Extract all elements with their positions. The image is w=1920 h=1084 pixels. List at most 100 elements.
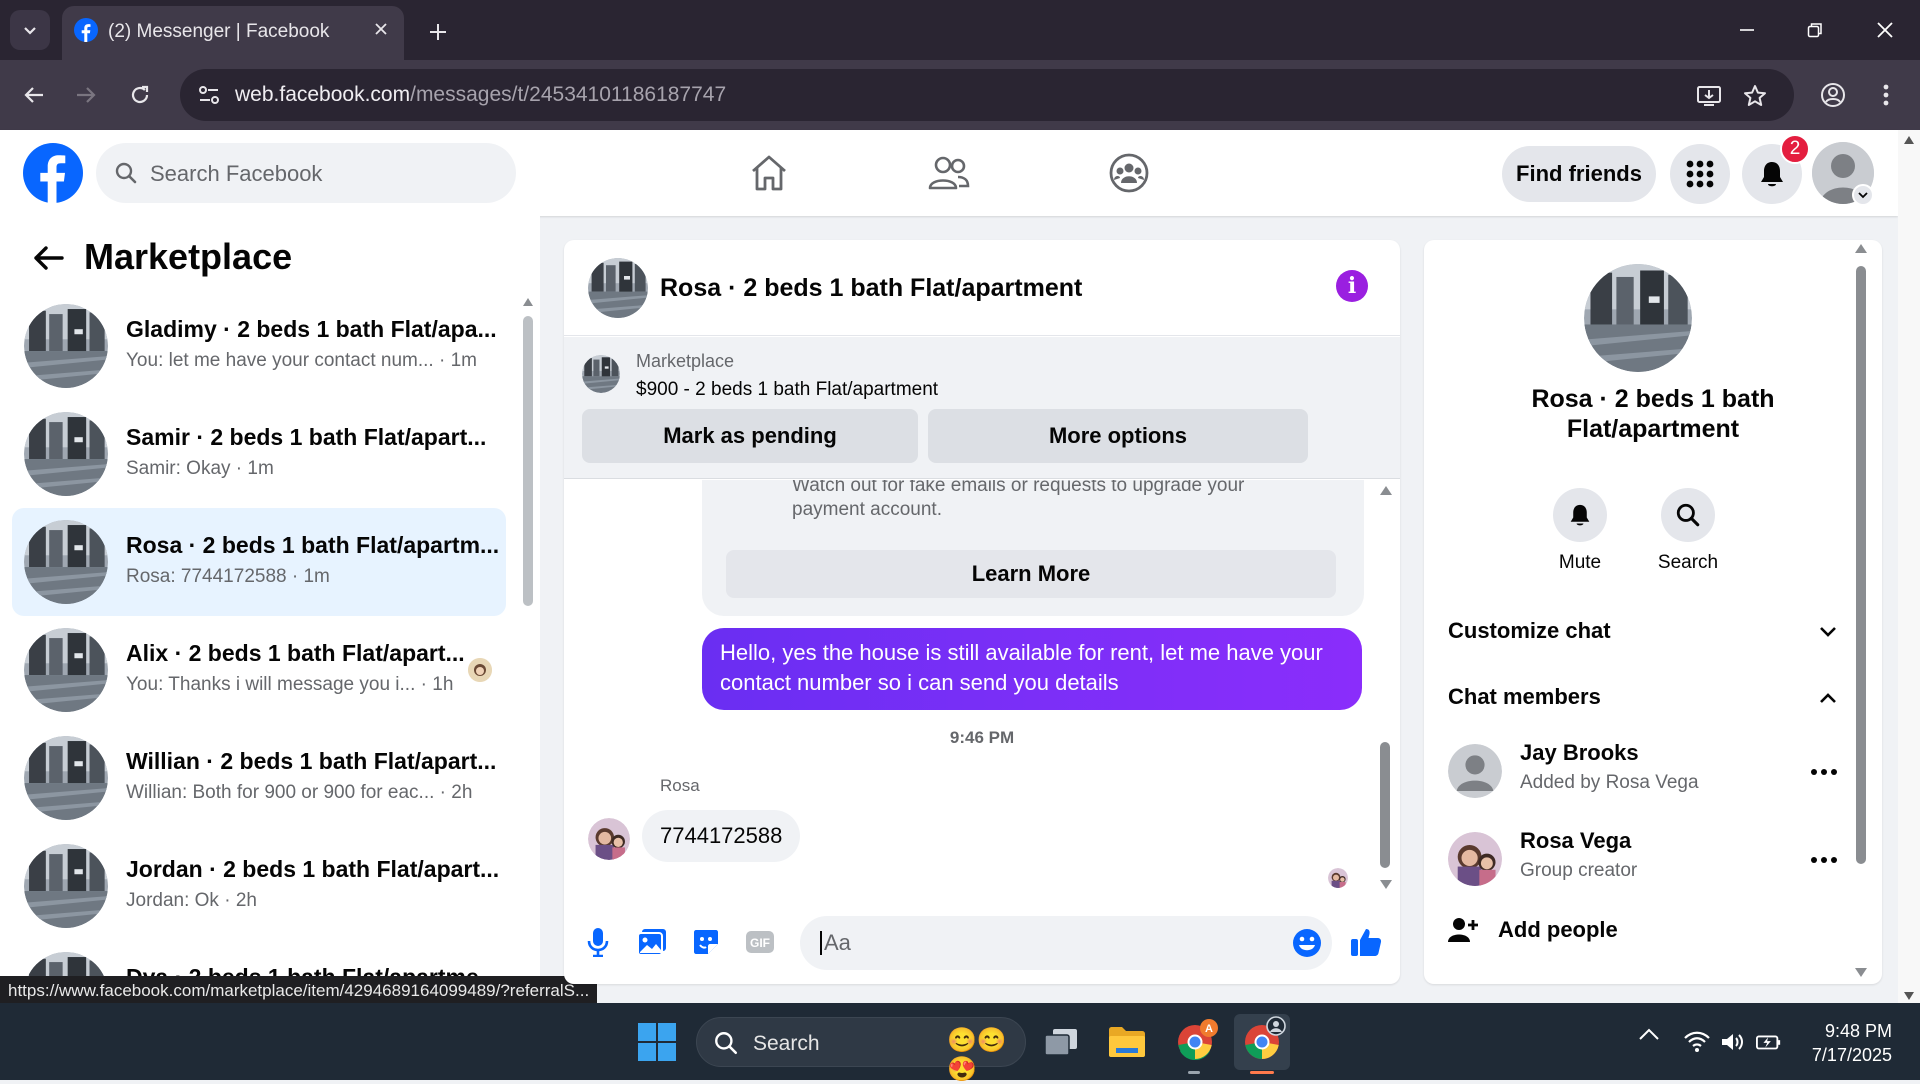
learn-more-button[interactable]: Learn More [726,550,1336,598]
listing-avatar [24,844,108,928]
mute-action[interactable]: Mute [1530,488,1630,574]
reload-button[interactable] [120,75,160,115]
restore-button[interactable] [1790,10,1840,50]
browser-profile-button[interactable] [1813,75,1853,115]
back-arrow-icon[interactable] [30,240,66,276]
search-label: Search [1657,552,1719,573]
facebook-search-input[interactable]: Search Facebook [96,143,516,203]
member-options-button[interactable] [1806,842,1842,878]
conversation-item[interactable]: Samir · 2 beds 1 bath Flat/apart... Sami… [12,400,506,508]
conversation-item[interactable]: Alix · 2 beds 1 bath Flat/apart... You: … [12,616,506,724]
install-app-icon[interactable] [1694,81,1724,111]
scrollbar-thumb[interactable] [523,316,533,606]
attach-media-button[interactable] [634,924,670,960]
tab-search-button[interactable] [10,10,50,50]
browser-tab[interactable]: (2) Messenger | Facebook [62,6,404,60]
chevron-up-icon[interactable] [1638,1027,1660,1041]
close-tab-button[interactable] [368,16,394,42]
folder-icon [1109,1027,1145,1057]
account-menu-chevron[interactable] [1852,184,1874,206]
page-scrollbar[interactable] [1898,130,1920,1003]
restore-icon [1807,23,1822,38]
chat-avatar[interactable] [588,258,648,318]
member-row[interactable]: Rosa Vega Group creator [1448,824,1848,894]
find-friends-button[interactable]: Find friends [1502,146,1656,202]
member-name: Jay Brooks [1520,740,1639,765]
chrome-active-button[interactable] [1234,1014,1290,1070]
facebook-favicon-icon [74,18,98,42]
photo-icon [637,929,666,956]
sender-avatar[interactable] [588,818,630,860]
member-subtitle: Added by Rosa Vega [1520,772,1699,793]
microphone-icon [587,928,609,957]
panel-title: Marketplace [84,236,293,277]
bookmark-star-icon[interactable] [1740,81,1770,111]
arrow-left-icon [24,87,43,103]
customize-chat-section[interactable]: Customize chat [1448,608,1848,654]
sticker-button[interactable] [688,924,724,960]
task-view-button[interactable] [1036,1017,1086,1067]
conversation-item[interactable]: Gladimy · 2 beds 1 bath Flat/apa... You:… [12,292,506,400]
back-button[interactable] [14,75,54,115]
friends-nav[interactable] [924,148,974,198]
home-nav[interactable] [744,148,794,198]
minimize-button[interactable] [1722,10,1772,50]
listing-thumbnail[interactable] [582,355,620,393]
conversation-item-active[interactable]: Rosa · 2 beds 1 bath Flat/apartm... Rosa… [12,508,506,616]
windows-start-icon[interactable] [638,1023,676,1061]
search-placeholder: Search Facebook [150,161,323,186]
member-row[interactable]: Jay Brooks Added by Rosa Vega [1448,736,1848,806]
more-options-button[interactable]: More options [928,409,1308,463]
member-options-button[interactable] [1806,754,1842,790]
add-people-label: Add people [1498,917,1618,942]
search-icon [115,162,137,184]
section-title: Customize chat [1448,618,1611,643]
menu-button[interactable] [1670,144,1730,204]
close-window-button[interactable] [1860,10,1910,50]
info-icon: i [1347,273,1357,299]
send-like-button[interactable] [1348,924,1384,960]
browser-menu-button[interactable] [1866,75,1906,115]
battery-icon[interactable] [1756,1029,1782,1055]
gif-button[interactable]: GIF [742,924,778,960]
groups-nav[interactable] [1104,148,1154,198]
scrollbar-thumb[interactable] [1856,266,1866,864]
conversation-info-button[interactable]: i [1336,270,1368,302]
sticker-icon [694,930,718,954]
group-avatar[interactable] [1584,264,1692,372]
file-explorer-button[interactable] [1102,1017,1152,1067]
account-icon [1821,83,1845,107]
new-tab-button[interactable] [420,14,456,50]
system-clock[interactable]: 9:48 PM 7/17/2025 [1790,1019,1892,1067]
facebook-logo-icon[interactable] [22,142,84,204]
arrow-right-icon [77,87,96,103]
incoming-message: 7744172588 [642,810,801,862]
message-input[interactable]: Aa [800,916,1332,970]
chat-members-section[interactable]: Chat members [1448,674,1848,720]
chrome-button[interactable]: A [1170,1017,1220,1067]
site-info-icon[interactable] [194,81,224,109]
browser-tab-bar: (2) Messenger | Facebook [0,0,1920,60]
chat-title[interactable]: Rosa · 2 beds 1 bath Flat/apartment [660,274,1082,303]
svg-text:GIF: GIF [750,936,770,950]
wifi-icon[interactable] [1684,1029,1710,1055]
search-highlight-emoji: 😊😊😍 [947,1027,1007,1083]
volume-icon[interactable] [1720,1029,1746,1055]
conversation-preview: Rosa: 7744172588 · 1m [126,566,330,587]
status-link-preview: https://www.facebook.com/marketplace/ite… [0,976,598,1006]
mark-as-pending-button[interactable]: Mark as pending [582,409,918,463]
listing-avatar [24,628,108,712]
taskbar-search[interactable]: Search 😊😊😍 [696,1017,1026,1083]
conversation-item[interactable]: Willian · 2 beds 1 bath Flat/apart... Wi… [12,724,506,832]
search-action[interactable]: Search [1638,488,1738,574]
scrollbar-thumb[interactable] [1380,742,1390,868]
listing-description[interactable]: $900 - 2 beds 1 bath Flat/apartment [636,379,938,401]
taskbar-search-label: Search [753,1032,820,1055]
emoji-icon[interactable] [1292,928,1322,958]
profile-badge-icon: A [1200,1019,1218,1037]
voice-clip-button[interactable] [580,924,616,960]
address-bar[interactable]: web.facebook.com/messages/t/245341011861… [180,69,1794,121]
forward-button[interactable] [66,75,106,115]
conversation-item[interactable]: Jordan · 2 beds 1 bath Flat/apart... Jor… [12,832,506,940]
add-people-button[interactable]: Add people [1448,910,1618,950]
